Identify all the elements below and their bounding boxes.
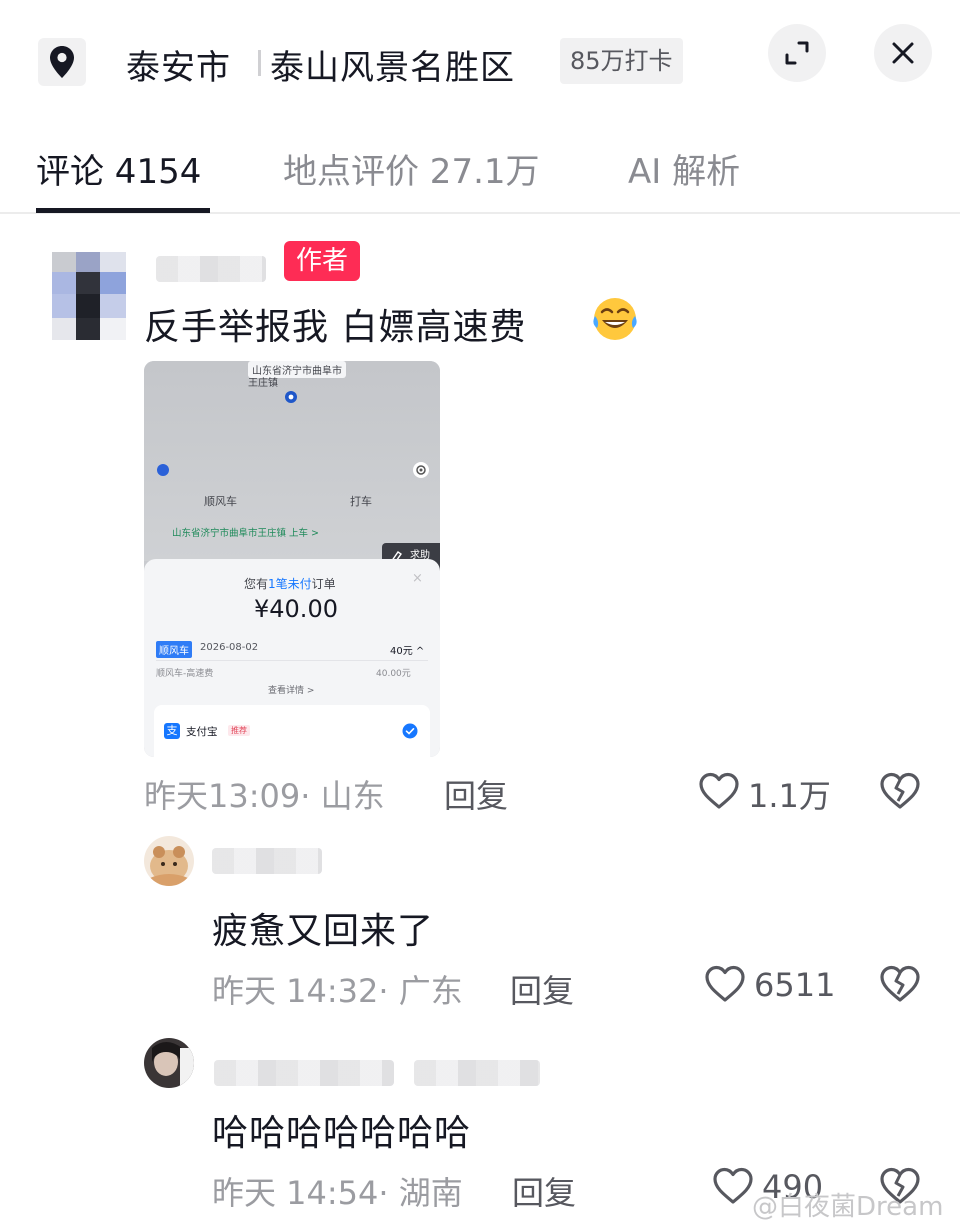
comment-image[interactable]: 山东省济宁市曲阜市 王庄镇 顺风车 打车 山东省济宁市曲阜市王庄镇 上车 > 求… [144, 361, 440, 757]
order-price: 40元 ^ [390, 646, 425, 657]
username-blurred[interactable] [212, 848, 322, 874]
avatar[interactable] [144, 1038, 194, 1088]
avatar[interactable] [52, 252, 126, 340]
pickup-address[interactable]: 山东省济宁市曲阜市王庄镇 上车 > [172, 525, 319, 539]
ride-share-tab[interactable]: 顺风车 [204, 493, 237, 509]
heart-icon[interactable] [698, 771, 740, 811]
payment-option[interactable]: 支 支付宝 推荐 [154, 705, 430, 757]
pay-method-label: 支付宝 [186, 726, 218, 738]
expand-button[interactable] [768, 24, 826, 82]
location-pin-icon[interactable] [38, 38, 86, 86]
tab-place-reviews[interactable]: 地点评价 27.1万 [283, 144, 540, 193]
scenic-area-name[interactable]: 泰山风景名胜区 [270, 40, 515, 89]
view-details-link[interactable]: 查看详情 > [268, 683, 314, 696]
broken-heart-icon[interactable] [879, 964, 921, 1004]
fee-value: 40.00元 [376, 669, 411, 679]
heart-icon[interactable] [704, 964, 746, 1004]
comment-tabs: 评论 4154 地点评价 27.1万 AI 解析 [0, 118, 960, 214]
title-divider [258, 50, 261, 76]
map-town-label: 王庄镇 [248, 378, 278, 389]
tab-ai-analysis[interactable]: AI 解析 [628, 144, 740, 193]
author-badge: 作者 [284, 241, 360, 281]
like-count: 1.1万 [748, 777, 831, 815]
order-divider [156, 660, 428, 661]
tab-comments[interactable]: 评论 4154 [36, 144, 201, 193]
alipay-icon: 支 [164, 723, 180, 739]
comment-text: 反手举报我 白嫖高速费 [144, 307, 527, 348]
unpaid-order-sheet: 您有1笔未付订单 × ¥40.00 顺风车 2026-08-02 40元 ^ 顺… [144, 559, 440, 757]
locate-me-icon[interactable] [412, 461, 430, 479]
map-dot-icon [157, 464, 169, 476]
checkmark-icon [402, 723, 418, 739]
comment-meta: 昨天 14:32· 广东 [212, 972, 463, 1010]
reply-button[interactable]: 回复 [510, 966, 574, 1012]
order-type-tag: 顺风车 [156, 641, 192, 658]
comment-meta: 昨天13:09· 山东 [144, 777, 385, 815]
checkin-count-badge: 85万打卡 [560, 38, 683, 84]
map-area: 山东省济宁市曲阜市 王庄镇 顺风车 打车 山东省济宁市曲阜市王庄镇 上车 > [144, 361, 440, 561]
username-blurred[interactable] [156, 256, 266, 282]
reply-button[interactable]: 回复 [512, 1168, 576, 1214]
username-blurred[interactable] [214, 1060, 394, 1086]
watermark: @白夜菌Dream [752, 1192, 944, 1222]
taxi-tab[interactable]: 打车 [350, 493, 372, 509]
order-date: 2026-08-02 [200, 642, 259, 653]
broken-heart-icon[interactable] [879, 771, 921, 811]
expand-icon [785, 41, 809, 65]
recommend-tag: 推荐 [228, 725, 250, 736]
comment-text: 哈哈哈哈哈哈哈 [212, 1113, 472, 1154]
location-header: 泰安市 泰山风景名胜区 85万打卡 [0, 0, 960, 118]
avatar[interactable] [144, 836, 194, 886]
map-pin-icon [285, 391, 297, 403]
comment-text: 疲惫又回来了 [212, 911, 435, 952]
username-blurred[interactable] [414, 1060, 540, 1086]
reply-button[interactable]: 回复 [444, 771, 508, 817]
laughing-crying-emoji-icon [593, 298, 637, 340]
unpaid-order-notice: 您有1笔未付订单 [244, 577, 336, 591]
close-button[interactable] [874, 24, 932, 82]
fee-label: 顺风车-高速费 [156, 669, 214, 679]
active-tab-indicator [36, 208, 210, 213]
city-name[interactable]: 泰安市 [126, 40, 231, 89]
like-count: 6511 [754, 966, 836, 1004]
close-icon [892, 42, 914, 64]
unpaid-amount: ¥40.00 [254, 595, 338, 623]
sheet-close-icon[interactable]: × [412, 571, 423, 586]
heart-icon[interactable] [712, 1166, 754, 1206]
comment-meta: 昨天 14:54· 湖南 [212, 1174, 463, 1212]
